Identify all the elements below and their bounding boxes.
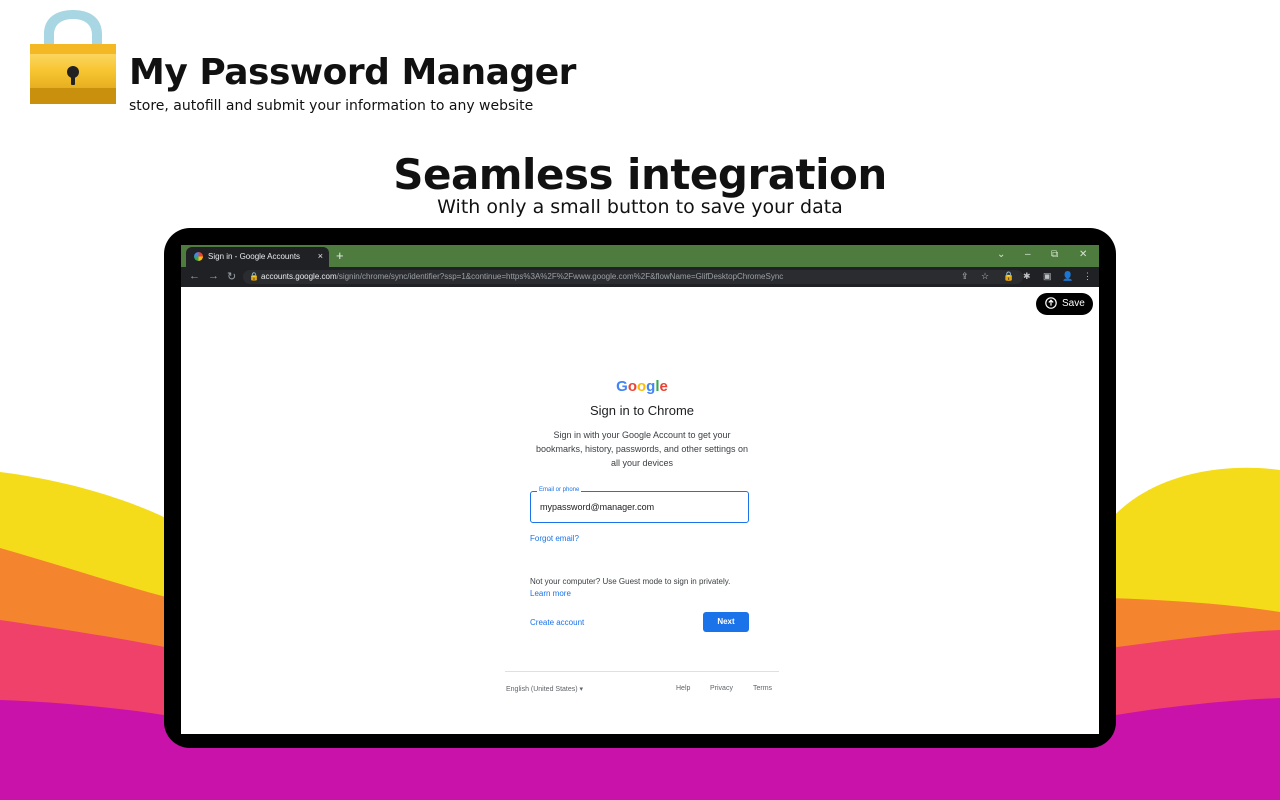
help-link[interactable]: Help (676, 685, 690, 692)
app-title: My Password Manager (129, 52, 576, 93)
side-panel-icon[interactable]: ▣ (1043, 271, 1052, 282)
signin-description: Sign in with your Google Account to get … (536, 430, 748, 468)
learn-more-link[interactable]: Learn more (530, 589, 571, 598)
padlock-icon (30, 10, 116, 104)
tab-close-icon[interactable]: × (318, 251, 323, 261)
hero-title: Seamless integration (393, 150, 887, 199)
bookmark-star-icon[interactable]: ☆ (981, 271, 989, 282)
back-icon[interactable]: ← (189, 270, 200, 282)
chrome-favicon-icon (194, 252, 203, 261)
guest-mode-note: Not your computer? Use Guest mode to sig… (530, 577, 731, 586)
save-button[interactable]: Save (1036, 293, 1093, 315)
hero-subtitle: With only a small button to save your da… (437, 196, 843, 218)
signin-heading: Sign in to Chrome (589, 403, 695, 418)
next-button[interactable]: Next (703, 612, 749, 632)
extensions-icon[interactable]: ✱ (1023, 271, 1031, 282)
app-tagline: store, autofill and submit your informat… (129, 98, 534, 114)
reload-icon[interactable]: ↻ (227, 270, 236, 283)
save-button-label: Save (1062, 298, 1085, 309)
profile-icon[interactable]: 👤 (1062, 271, 1073, 282)
lock-icon: 🔒 (249, 272, 259, 281)
language-selector[interactable]: English (United States) ▾ (506, 685, 583, 693)
tab-bar: Sign in - Google Accounts × + ⌄ – ⧉ ✕ (181, 245, 1099, 267)
share-icon[interactable]: ⇪ (961, 271, 969, 282)
browser-toolbar: ← → ↻ 🔒 accounts.google.com/signin/chrom… (181, 267, 1099, 287)
restore-icon[interactable]: ⧉ (1051, 249, 1058, 260)
email-field-value[interactable]: mypassword@manager.com (540, 502, 654, 512)
cloud-upload-icon (1045, 297, 1057, 309)
forward-icon[interactable]: → (208, 270, 219, 282)
footer-divider (505, 671, 779, 672)
email-field-label: Email or phone (537, 487, 582, 493)
minimize-icon[interactable]: – (1025, 249, 1031, 260)
create-account-link[interactable]: Create account (530, 618, 584, 627)
forgot-email-link[interactable]: Forgot email? (530, 534, 579, 543)
tab-title: Sign in - Google Accounts (208, 252, 301, 261)
tab-search-icon[interactable]: ⌄ (997, 249, 1005, 260)
signin-card: Google Sign in to Chrome Sign in with yo… (505, 353, 779, 713)
password-manager-extension-icon[interactable]: 🔒 (1003, 271, 1014, 282)
address-bar[interactable]: 🔒 accounts.google.com/signin/chrome/sync… (243, 270, 1023, 284)
terms-link[interactable]: Terms (753, 685, 772, 692)
browser-window: Sign in - Google Accounts × + ⌄ – ⧉ ✕ ← … (181, 245, 1099, 734)
tab-google-accounts[interactable]: Sign in - Google Accounts × (186, 247, 329, 267)
google-logo: Google (616, 378, 668, 395)
menu-icon[interactable]: ⋮ (1083, 271, 1092, 282)
email-field[interactable]: Email or phone mypassword@manager.com (530, 487, 749, 523)
url-text: accounts.google.com/signin/chrome/sync/i… (261, 272, 784, 281)
new-tab-button[interactable]: + (336, 248, 344, 263)
close-window-icon[interactable]: ✕ (1079, 249, 1087, 260)
tablet-frame: Sign in - Google Accounts × + ⌄ – ⧉ ✕ ← … (164, 228, 1116, 748)
privacy-link[interactable]: Privacy (710, 685, 733, 692)
